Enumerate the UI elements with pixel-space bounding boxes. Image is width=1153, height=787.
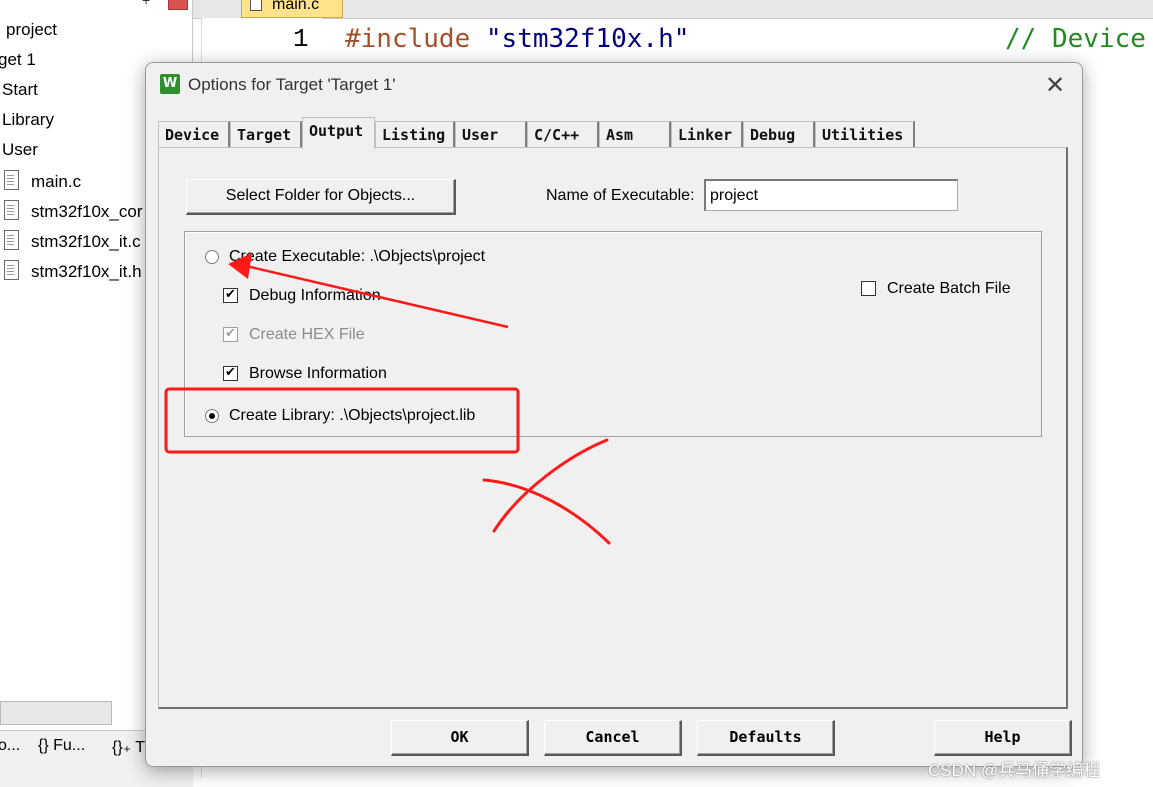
create-hex-label: Create HEX File — [249, 326, 365, 343]
code-comment: // Device — [1005, 24, 1146, 54]
title-bar[interactable]: W Options for Target 'Target 1' ✕ — [146, 63, 1082, 107]
tree-file-label: stm32f10x_it.c — [31, 232, 141, 251]
tree-file-stm32f10x-it-c[interactable]: stm32f10x_it.c — [4, 230, 141, 252]
create-library-radio[interactable] — [205, 409, 219, 423]
name-of-executable-input[interactable] — [704, 179, 958, 211]
tree-item-target[interactable]: get 1 — [0, 50, 36, 70]
tab-label: Device — [165, 126, 220, 144]
file-icon — [4, 200, 19, 220]
tab-label: User — [462, 126, 499, 144]
tree-file-label: stm32f10x_cor — [31, 202, 143, 221]
debug-information-checkbox[interactable]: ✔ — [223, 288, 238, 303]
select-folder-button[interactable]: Select Folder for Objects... — [186, 179, 456, 215]
watermark: CSDN @兵马俑学编程 — [928, 761, 1101, 780]
create-batch-checkbox[interactable] — [861, 281, 876, 296]
tree-file-main-c[interactable]: main.c — [4, 170, 81, 192]
options-dialog: W Options for Target 'Target 1' ✕ Device… — [145, 62, 1083, 767]
tab-label: C/C++ — [534, 126, 580, 144]
tab-label: Linker — [678, 126, 733, 144]
tree-file-label: stm32f10x_it.h — [31, 262, 142, 281]
pin-icon[interactable]: + — [142, 0, 150, 8]
tab-user[interactable]: User — [455, 121, 527, 147]
tree-item-project[interactable]: project — [6, 20, 57, 40]
create-executable-radio[interactable] — [205, 250, 219, 264]
tab-strip: Device Target Output Listing User C/C++ … — [158, 117, 1068, 149]
tab-utilities[interactable]: Utilities — [815, 121, 915, 147]
browse-information-checkbox[interactable]: ✔ — [223, 366, 238, 381]
tree-item-start[interactable]: Start — [2, 80, 38, 100]
line-number: 1 — [293, 24, 309, 54]
help-button[interactable]: Help — [934, 720, 1072, 756]
tree-file-stm32f10x-it-h[interactable]: stm32f10x_it.h — [4, 260, 142, 282]
code-line: #include "stm32f10x.h" — [345, 24, 689, 54]
tab-functions[interactable]: {} Fu... — [38, 737, 85, 755]
tree-file-stm32f10x-conf[interactable]: stm32f10x_cor — [4, 200, 143, 222]
debug-information-label[interactable]: Debug Information — [249, 287, 381, 305]
document-icon — [250, 0, 262, 11]
dialog-title: Options for Target 'Target 1' — [188, 75, 396, 94]
editor-tab-label: main.c — [272, 0, 320, 13]
tab-label: Output — [309, 122, 364, 140]
create-batch-label[interactable]: Create Batch File — [887, 280, 1011, 298]
file-icon — [4, 230, 19, 250]
name-of-executable-label: Name of Executable: — [546, 187, 695, 204]
tree-item-label: Start — [2, 80, 38, 99]
tree-item-label: User — [2, 140, 38, 159]
tree-item-label: Library — [2, 110, 54, 129]
ok-button[interactable]: OK — [391, 720, 529, 756]
tree-item-library[interactable]: Library — [2, 110, 54, 130]
tab-asm[interactable]: Asm — [599, 121, 671, 147]
output-options-group: Create Executable: .\Objects\project ✔ D… — [184, 231, 1042, 437]
create-library-label[interactable]: Create Library: .\Objects\project.lib — [229, 407, 475, 425]
tree-item-user[interactable]: User — [2, 140, 38, 160]
close-icon[interactable]: ✕ — [1040, 71, 1070, 99]
tab-c-cpp[interactable]: C/C++ — [527, 121, 599, 147]
code-string: "stm32f10x.h" — [485, 24, 690, 54]
tab-output[interactable]: Output — [302, 117, 375, 149]
tab-listing[interactable]: Listing — [375, 121, 455, 147]
editor-tab-main-c[interactable]: main.c — [241, 0, 343, 18]
file-icon — [4, 260, 19, 280]
tab-label: Target — [237, 126, 292, 144]
tab-label: Asm — [606, 126, 634, 144]
create-executable-label[interactable]: Create Executable: .\Objects\project — [229, 248, 485, 266]
cancel-button[interactable]: Cancel — [544, 720, 682, 756]
tree-item-label: get 1 — [0, 50, 36, 69]
tab-debug[interactable]: Debug — [743, 121, 815, 147]
tab-label: Utilities — [822, 126, 904, 144]
tab-device[interactable]: Device — [158, 121, 230, 147]
tab-books[interactable]: o... — [0, 737, 20, 755]
tab-templates[interactable]: {}₊ T — [112, 737, 145, 757]
tab-label: Debug — [750, 126, 796, 144]
tree-file-label: main.c — [31, 172, 82, 191]
tab-target[interactable]: Target — [230, 121, 302, 147]
defaults-button[interactable]: Defaults — [697, 720, 835, 756]
panel-close-icon[interactable] — [168, 0, 188, 10]
tab-linker[interactable]: Linker — [671, 121, 743, 147]
horizontal-scrollbar[interactable] — [0, 701, 112, 725]
keil-app-icon: W — [160, 74, 180, 94]
tree-item-label: project — [6, 20, 58, 39]
code-keyword: #include — [345, 24, 471, 54]
file-icon — [4, 170, 19, 190]
tab-label: Listing — [382, 126, 446, 144]
create-hex-checkbox: ✔ — [223, 327, 238, 342]
browse-information-label[interactable]: Browse Information — [249, 365, 387, 383]
